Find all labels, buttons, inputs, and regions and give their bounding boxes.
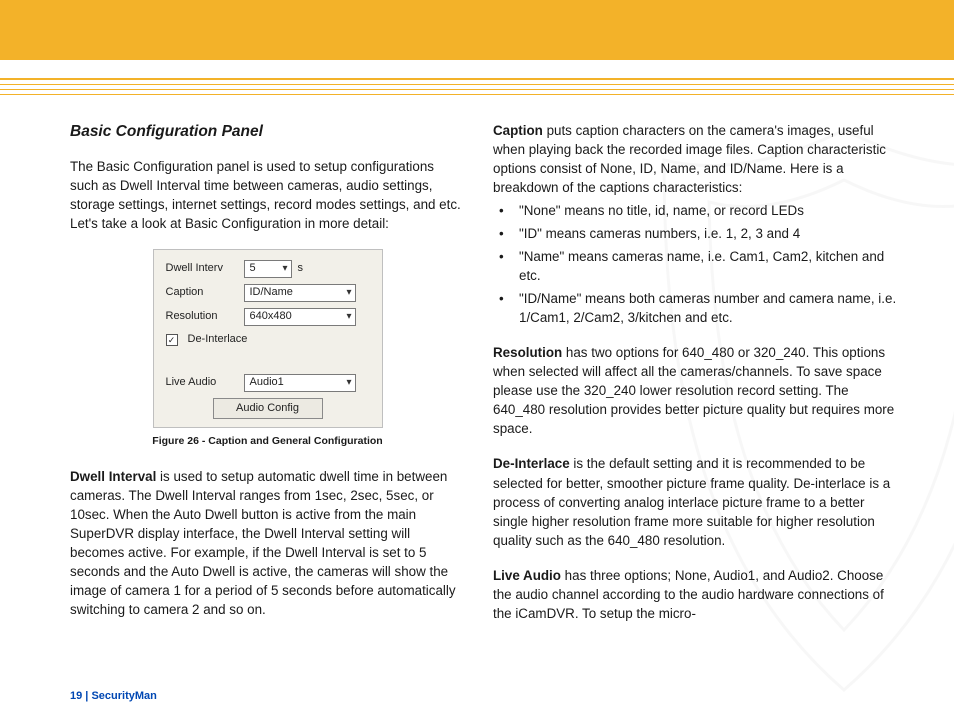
figure-caption: Figure 26 - Caption and General Configur… <box>152 434 382 449</box>
dwell-suffix: s <box>298 261 304 277</box>
liveaudio-paragraph: Live Audio has three options; None, Audi… <box>493 566 898 623</box>
dwell-label: Dwell Interv <box>166 261 244 277</box>
deinterlace-term: De-Interlace <box>493 456 570 471</box>
resolution-dropdown[interactable]: 640x480 <box>244 308 356 326</box>
dwell-term: Dwell Interval <box>70 469 156 484</box>
bullet-idname: "ID/Name" means both cameras number and … <box>493 289 898 327</box>
resolution-term: Resolution <box>493 345 562 360</box>
bullet-name: "Name" means cameras name, i.e. Cam1, Ca… <box>493 247 898 285</box>
caption-term: Caption <box>493 123 543 138</box>
audio-config-button[interactable]: Audio Config <box>213 398 323 420</box>
liveaudio-label: Live Audio <box>166 375 244 391</box>
content-area: Basic Configuration Panel The Basic Conf… <box>0 99 954 636</box>
bullet-id: "ID" means cameras numbers, i.e. 1, 2, 3… <box>493 224 898 243</box>
page-footer: 19 | SecurityMan <box>70 690 157 702</box>
caption-paragraph: Caption puts caption characters on the c… <box>493 121 898 197</box>
panel-title: Basic Configuration Panel <box>70 121 465 143</box>
intro-paragraph: The Basic Configuration panel is used to… <box>70 157 465 233</box>
figure-26: Dwell Interv 5 s Caption ID/Name Resolut… <box>70 249 465 449</box>
bullet-none: "None" means no title, id, name, or reco… <box>493 201 898 220</box>
resolution-label: Resolution <box>166 309 244 325</box>
caption-dropdown[interactable]: ID/Name <box>244 284 356 302</box>
brand-name: SecurityMan <box>91 690 156 702</box>
page-number: 19 <box>70 690 82 702</box>
right-column: Caption puts caption characters on the c… <box>493 121 898 636</box>
header-band <box>0 0 954 60</box>
deinterlace-checkbox[interactable]: ✓ <box>166 334 178 346</box>
liveaudio-dropdown[interactable]: Audio1 <box>244 374 356 392</box>
deinterlace-label: De-Interlace <box>188 332 248 348</box>
caption-label: Caption <box>166 285 244 301</box>
caption-bullets: "None" means no title, id, name, or reco… <box>493 201 898 327</box>
deinterlace-paragraph: De-Interlace is the default setting and … <box>493 454 898 549</box>
resolution-paragraph: Resolution has two options for 640_480 o… <box>493 343 898 438</box>
liveaudio-term: Live Audio <box>493 568 561 583</box>
left-column: Basic Configuration Panel The Basic Conf… <box>70 121 465 636</box>
rule-set <box>0 78 954 95</box>
config-panel-screenshot: Dwell Interv 5 s Caption ID/Name Resolut… <box>153 249 383 428</box>
dwell-dropdown[interactable]: 5 <box>244 260 292 278</box>
dwell-paragraph: Dwell Interval is used to setup automati… <box>70 467 465 619</box>
